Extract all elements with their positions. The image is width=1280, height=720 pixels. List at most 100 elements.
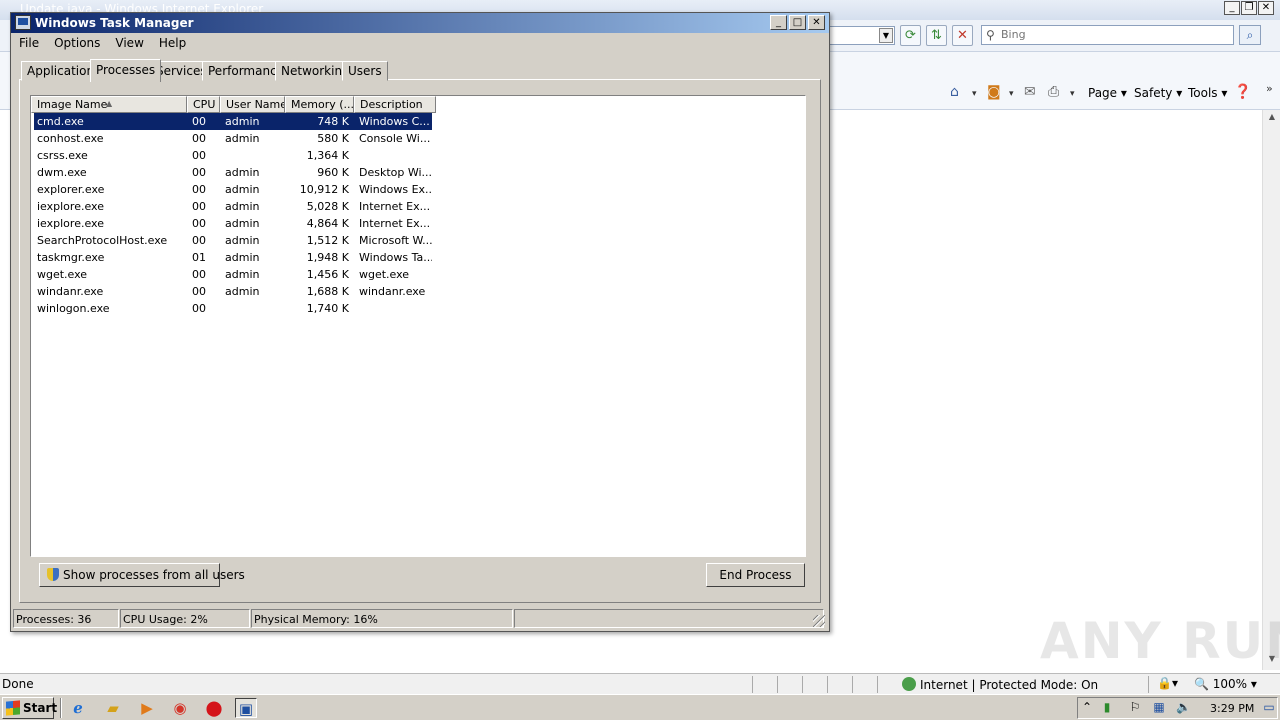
ie-address-bar[interactable]: ▼ — [829, 26, 895, 45]
process-cpu: 00 — [192, 200, 206, 213]
feeds-dropdown-icon[interactable]: ▾ — [1009, 89, 1014, 99]
process-memory: 748 K — [317, 115, 349, 128]
process-description: Desktop Wi... — [359, 166, 432, 179]
safety-menu[interactable]: Safety ▾ — [1134, 86, 1182, 100]
column-header-description[interactable]: Description — [354, 96, 436, 113]
menu-options[interactable]: Options — [46, 33, 107, 53]
process-name: conhost.exe — [37, 132, 104, 145]
process-row[interactable]: dwm.exe 00 admin 960 K Desktop Wi... — [34, 164, 432, 181]
process-row[interactable]: taskmgr.exe 01 admin 1,948 K Windows Ta... — [34, 249, 432, 266]
column-header-user-name[interactable]: User Name — [220, 96, 285, 113]
stop-icon[interactable]: ✕ — [952, 25, 973, 46]
process-memory: 1,512 K — [306, 234, 349, 247]
security-zone[interactable]: Internet | Protected Mode: On — [902, 677, 1098, 692]
column-header-image-name-label: Image Name — [37, 98, 108, 111]
opera-icon[interactable]: ⬤ — [203, 698, 225, 718]
process-row[interactable]: windanr.exe 00 admin 1,688 K windanr.exe — [34, 283, 432, 300]
mail-icon[interactable]: ✉ — [1024, 84, 1036, 100]
show-hidden-icons-icon[interactable]: ⌃ — [1080, 700, 1094, 714]
menu-file[interactable]: File — [11, 33, 46, 53]
process-cpu: 00 — [192, 302, 206, 315]
process-name: cmd.exe — [37, 115, 84, 128]
minimize-button[interactable]: _ — [770, 15, 787, 30]
process-row[interactable]: wget.exe 00 admin 1,456 K wget.exe — [34, 266, 432, 283]
process-row[interactable]: iexplore.exe 00 admin 4,864 K Internet Ex... — [34, 215, 432, 232]
process-user: admin — [225, 200, 260, 213]
process-row[interactable]: SearchProtocolHost.exe 00 admin 1,512 K Micr… — [34, 232, 432, 249]
tab-processes[interactable]: Processes — [90, 59, 162, 82]
process-row[interactable]: iexplore.exe 00 admin 5,028 K Internet Ex... — [34, 198, 432, 215]
system-tray: ⌃ ▮ ⚐ ▦ 🔈 3:29 PM ▭ — [1077, 697, 1278, 719]
ie-search-box[interactable]: ⚲ — [981, 25, 1234, 45]
show-desktop-icon[interactable]: ▭ — [1262, 700, 1276, 714]
close-button[interactable]: ✕ — [808, 15, 825, 30]
tab-users[interactable]: Users — [342, 61, 388, 81]
feeds-icon[interactable]: ◙ — [987, 84, 1001, 100]
process-description — [353, 300, 432, 317]
media-player-icon[interactable]: ▶ — [136, 698, 158, 718]
process-user: admin — [225, 183, 260, 196]
column-header-cpu[interactable]: CPU — [187, 96, 220, 113]
resize-grip[interactable] — [813, 615, 825, 627]
task-manager-title: Windows Task Manager — [35, 16, 194, 30]
scroll-up-icon[interactable]: ▲ — [1265, 112, 1279, 126]
tools-menu[interactable]: Tools ▾ — [1188, 86, 1227, 100]
battery-icon[interactable]: ▮ — [1100, 700, 1114, 714]
taskbar-separator — [60, 698, 62, 718]
home-icon[interactable]: ⌂ — [950, 84, 959, 100]
show-all-processes-button[interactable]: Show processes from all users — [39, 563, 245, 587]
process-user: admin — [225, 115, 260, 128]
end-process-button[interactable]: End Process — [706, 563, 805, 587]
process-row[interactable]: winlogon.exe 00 1,740 K — [34, 300, 432, 317]
task-manager-title-bar[interactable]: Windows Task Manager _ □ ✕ — [11, 13, 829, 33]
network-icon[interactable]: ▦ — [1152, 700, 1166, 714]
ie-close-button[interactable]: ✕ — [1258, 1, 1274, 15]
process-name: winlogon.exe — [37, 302, 110, 315]
process-description: windanr.exe — [359, 285, 426, 298]
menu-help[interactable]: Help — [151, 33, 193, 53]
task-manager-taskbar-icon[interactable]: ▣ — [235, 698, 257, 718]
explorer-folder-icon[interactable]: ▰ — [102, 698, 124, 718]
help-icon[interactable]: ❓ — [1234, 84, 1251, 100]
action-center-flag-icon[interactable]: ⚐ — [1128, 700, 1142, 714]
ie-vertical-scrollbar[interactable]: ▲ ▼ — [1262, 110, 1280, 670]
compatibility-view-icon[interactable]: ⟳ — [900, 25, 921, 46]
process-description: Internet Ex... — [359, 200, 431, 213]
volume-icon[interactable]: 🔈 — [1176, 700, 1191, 714]
home-dropdown-icon[interactable]: ▾ — [972, 89, 977, 99]
search-input[interactable] — [1001, 28, 1221, 41]
maximize-button[interactable]: □ — [789, 15, 806, 30]
chevron-more-icon[interactable]: » — [1266, 82, 1273, 95]
ie-restore-button[interactable]: ❐ — [1241, 1, 1257, 15]
process-memory: 1,740 K — [306, 302, 349, 315]
process-description: wget.exe — [359, 268, 410, 281]
process-name: taskmgr.exe — [37, 251, 105, 264]
refresh-icon[interactable]: ⇅ — [926, 25, 947, 46]
process-row[interactable]: cmd.exe 00 admin 748 K Windows C... — [34, 113, 432, 130]
search-go-button[interactable]: ⌕ — [1239, 25, 1261, 45]
protected-mode-icon[interactable]: 🔒▾ — [1157, 676, 1178, 690]
address-dropdown-icon[interactable]: ▼ — [879, 28, 893, 43]
chrome-icon[interactable]: ◉ — [169, 698, 191, 718]
zoom-level[interactable]: 🔍 100% ▾ — [1194, 677, 1257, 691]
column-header-image-name[interactable]: Image Name ▲ — [31, 96, 187, 113]
process-memory: 1,364 K — [306, 149, 349, 162]
print-dropdown-icon[interactable]: ▾ — [1070, 89, 1075, 99]
column-header-memory[interactable]: Memory (... — [285, 96, 354, 113]
status-process-count: Processes: 36 — [13, 609, 119, 628]
page-menu[interactable]: Page ▾ — [1088, 86, 1127, 100]
process-row[interactable]: conhost.exe 00 admin 580 K Console Wi... — [34, 130, 432, 147]
process-description: Microsoft W... — [359, 234, 432, 247]
menu-view[interactable]: View — [107, 33, 150, 53]
clock[interactable]: 3:29 PM — [1210, 702, 1254, 715]
process-row[interactable]: explorer.exe 00 admin 10,912 K Windows Ex... — [34, 181, 432, 198]
process-row[interactable]: csrss.exe 00 1,364 K — [34, 147, 432, 164]
process-cpu: 00 — [192, 285, 206, 298]
start-button[interactable]: Start — [2, 697, 57, 719]
process-memory: 580 K — [317, 132, 349, 145]
process-list[interactable]: Image Name ▲ CPU User Name Memory (... D… — [30, 95, 806, 557]
print-icon[interactable]: ⎙ — [1048, 84, 1059, 100]
ie-minimize-button[interactable]: _ — [1224, 1, 1240, 15]
internet-explorer-icon[interactable]: ℯ — [67, 698, 89, 718]
ie-status-text: Done — [2, 677, 34, 691]
